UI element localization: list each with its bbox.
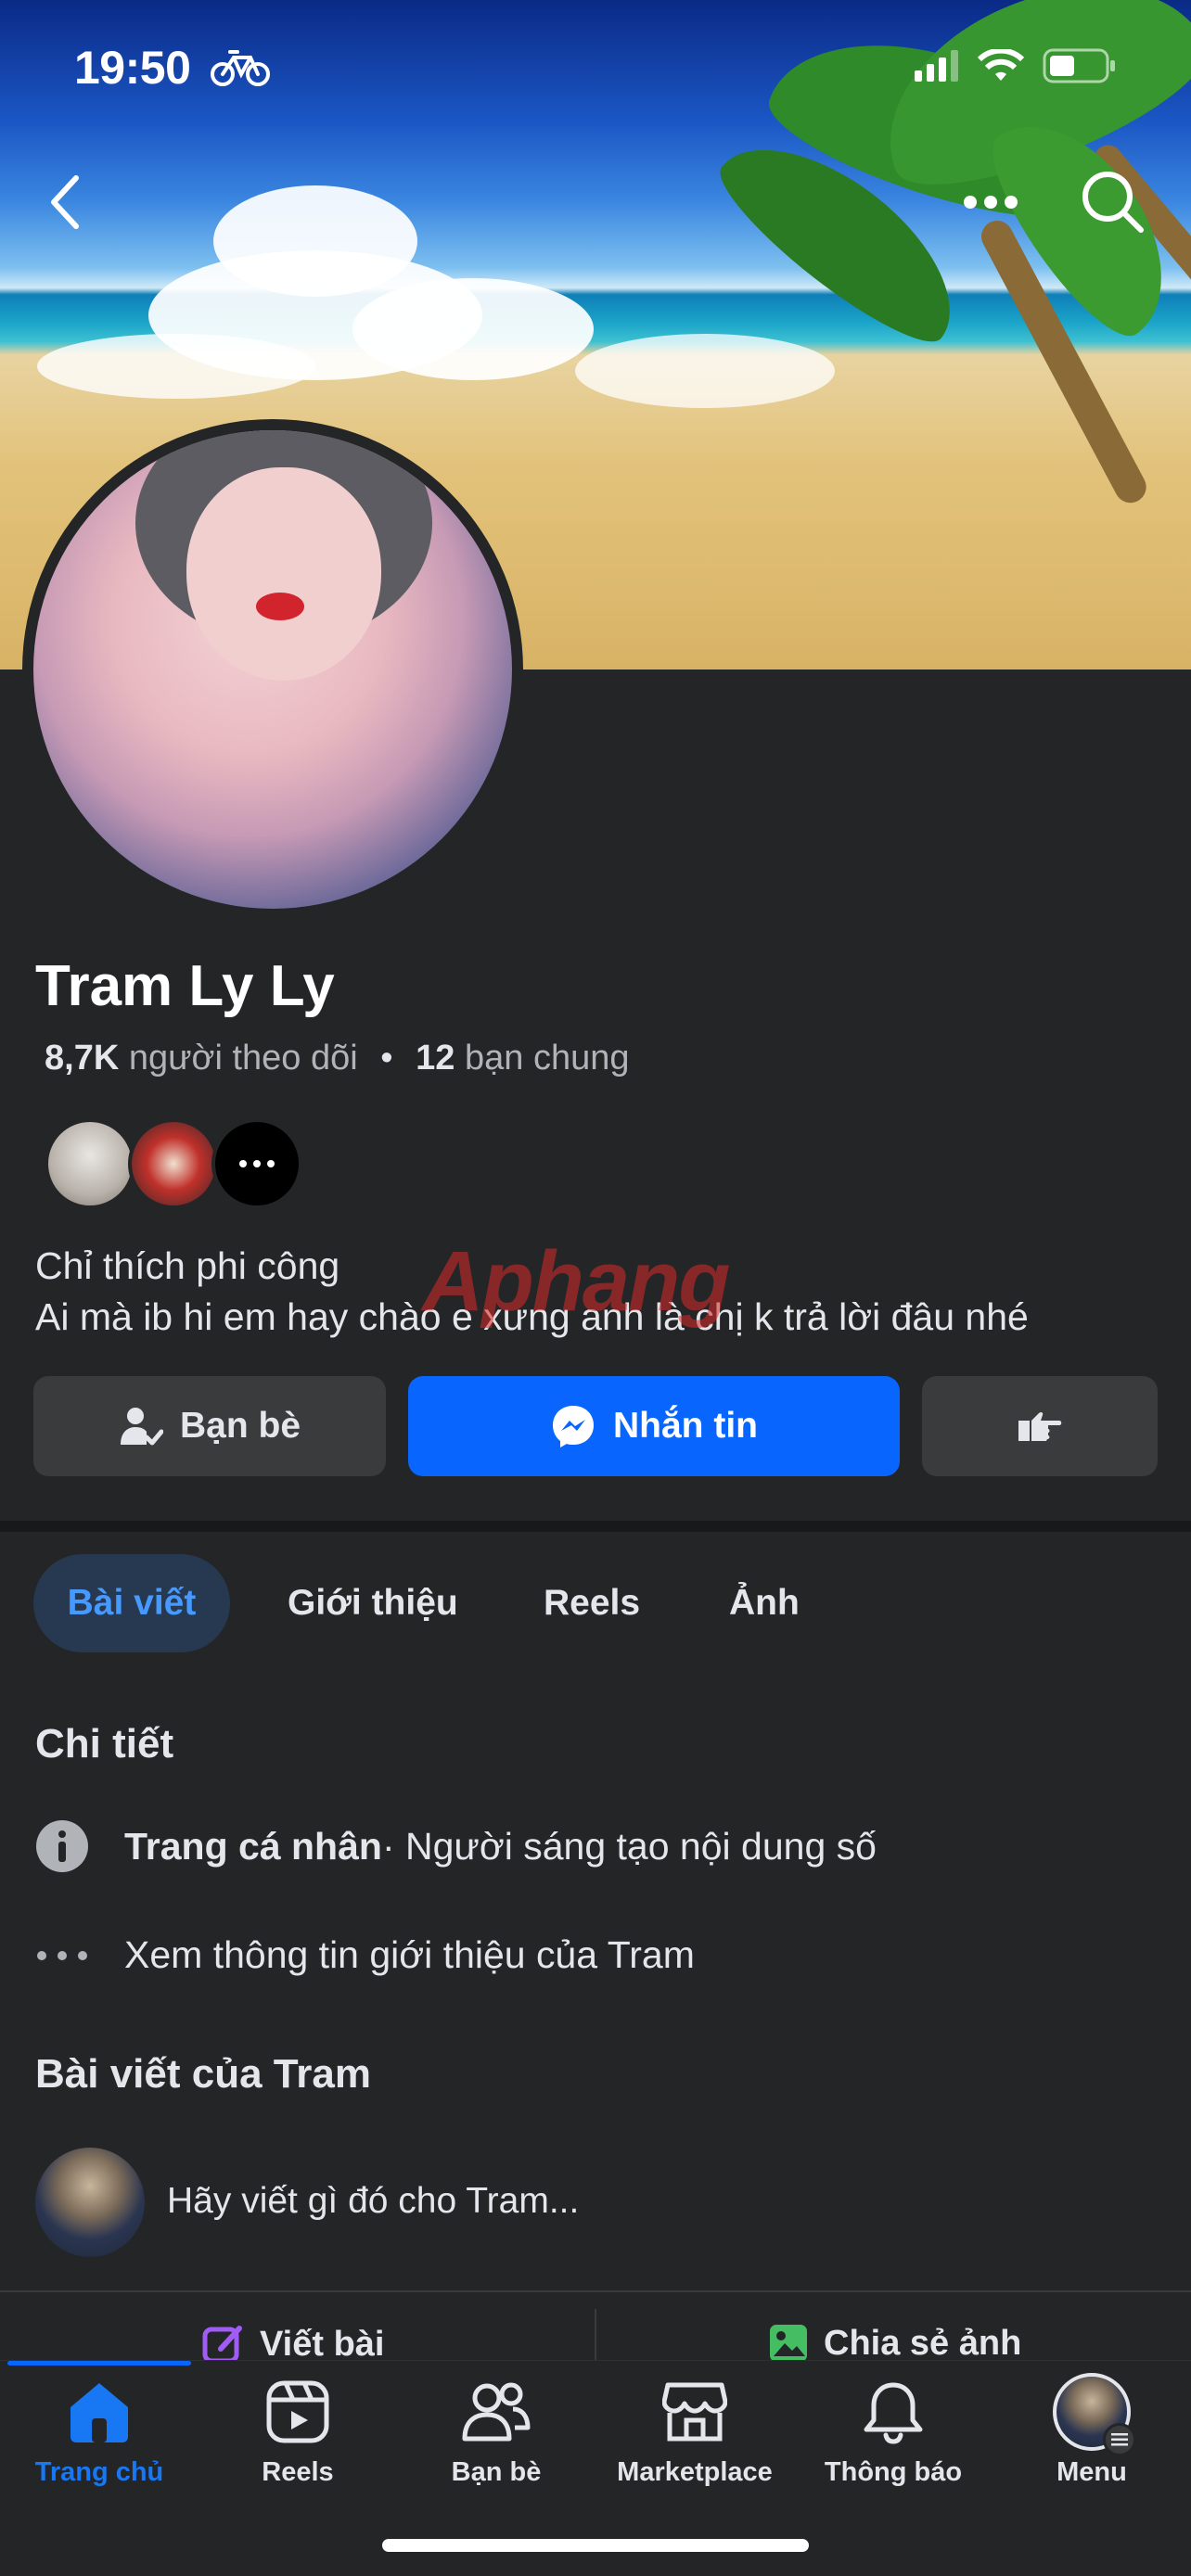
active-tab-indicator <box>7 2361 191 2366</box>
posts-title: Bài viết của Tram <box>35 2051 371 2097</box>
more-mutual-button[interactable] <box>211 1118 302 1209</box>
watermark: Aphang <box>422 1233 730 1331</box>
poke-button[interactable] <box>922 1376 1158 1476</box>
reels-icon <box>266 2380 329 2443</box>
friend-check-icon <box>120 1408 163 1446</box>
followers-label[interactable]: người theo dõi <box>129 1039 358 1078</box>
poke-hand-icon <box>1018 1411 1062 1441</box>
nav-label: Thông báo <box>824 2457 963 2487</box>
write-post-label: Viết bài <box>260 2324 385 2364</box>
tab-label: Ảnh <box>729 1583 800 1623</box>
tab-reels[interactable]: Reels <box>544 1554 640 1652</box>
chevron-left-icon <box>51 175 79 229</box>
see-about-link[interactable]: Xem thông tin giới thiệu của Tram <box>124 1933 695 1977</box>
avatar-photo <box>33 430 512 909</box>
profile-stats: 8,7K người theo dõi • 12 bạn chung <box>45 1039 629 1078</box>
status-icons <box>915 48 1117 83</box>
followers-count[interactable]: 8,7K <box>45 1039 119 1078</box>
nav-notifications[interactable]: Thông báo <box>794 2379 992 2488</box>
info-icon <box>36 1820 88 1872</box>
nav-reels[interactable]: Reels <box>198 2379 397 2488</box>
tab-about[interactable]: Giới thiệu <box>288 1554 458 1652</box>
composer-avatar[interactable] <box>35 2148 145 2257</box>
cloud <box>352 278 594 380</box>
page-type-label: Trang cá nhân <box>124 1824 382 1868</box>
post-separator <box>0 2290 1191 2292</box>
friends-button-label: Bạn bè <box>179 1406 301 1446</box>
tab-posts[interactable]: Bài viết <box>33 1554 230 1652</box>
nav-label: Trang chủ <box>34 2457 164 2487</box>
mutual-friend-avatar[interactable] <box>45 1118 135 1209</box>
profile-avatar[interactable] <box>22 419 523 920</box>
friends-icon <box>462 2382 531 2442</box>
cloud <box>575 334 835 408</box>
nav-label: Menu <box>1057 2457 1127 2487</box>
menu-avatar <box>1053 2373 1136 2456</box>
see-about-row[interactable]: Xem thông tin giới thiệu của Tram <box>35 1933 695 1977</box>
home-indicator <box>382 2539 809 2552</box>
stats-separator: • <box>380 1039 393 1078</box>
nav-menu[interactable]: Menu <box>992 2373 1191 2488</box>
photo-icon <box>770 2325 807 2362</box>
message-button-label: Nhắn tin <box>613 1406 758 1446</box>
home-icon <box>70 2383 128 2442</box>
nav-home[interactable]: Trang chủ <box>0 2379 198 2488</box>
wifi-icon <box>978 49 1024 81</box>
details-page-type: Trang cá nhân · Người sáng tạo nội dung … <box>35 1819 877 1873</box>
mutual-label[interactable]: bạn chung <box>465 1039 630 1078</box>
nav-label: Marketplace <box>617 2457 773 2487</box>
cloud <box>37 334 315 399</box>
friends-button[interactable]: Bạn bè <box>33 1376 386 1476</box>
more-dots-icon <box>37 1950 87 1960</box>
menu-hamburger-icon <box>1103 2423 1136 2456</box>
share-photo-button[interactable]: Chia sẻ ảnh <box>768 2323 1021 2364</box>
watermark-text: Aphang <box>422 1234 730 1329</box>
nav-friends[interactable]: Bạn bè <box>397 2379 596 2488</box>
nav-label: Reels <box>262 2457 334 2487</box>
profile-name: Tram Ly Ly <box>35 954 335 1018</box>
nav-label: Bạn bè <box>451 2457 542 2487</box>
bell-icon <box>864 2382 923 2444</box>
page-type-category: · Người sáng tạo nội dung số <box>381 1824 877 1868</box>
marketplace-icon <box>662 2382 727 2442</box>
more-dots-icon <box>239 1160 275 1167</box>
lips-shape <box>256 593 304 620</box>
status-time: 19:50 <box>74 42 191 94</box>
composer-input[interactable]: Hãy viết gì đó cho Tram... <box>167 2181 579 2222</box>
search-button[interactable] <box>1076 165 1150 239</box>
tab-label: Bài viết <box>67 1583 197 1623</box>
action-divider <box>595 2309 596 2365</box>
message-button[interactable]: Nhắn tin <box>408 1376 900 1476</box>
tab-label: Giới thiệu <box>288 1583 458 1623</box>
search-icon <box>1082 172 1144 233</box>
mutual-friends[interactable] <box>45 1118 302 1209</box>
details-title: Chi tiết <box>35 1721 174 1766</box>
battery-icon <box>1043 48 1115 83</box>
face-shape <box>186 467 381 681</box>
messenger-icon <box>553 1406 594 1447</box>
share-photo-label: Chia sẻ ảnh <box>824 2323 1022 2363</box>
section-divider <box>0 1521 1191 1532</box>
bicycle-icon <box>210 46 271 92</box>
tab-photos[interactable]: Ảnh <box>729 1554 800 1652</box>
mutual-count[interactable]: 12 <box>416 1039 455 1078</box>
mutual-friend-avatar[interactable] <box>128 1118 219 1209</box>
signal-icon <box>915 50 958 82</box>
more-dots-icon <box>964 196 1018 209</box>
more-button[interactable] <box>954 165 1028 239</box>
tab-label: Reels <box>544 1583 641 1623</box>
nav-marketplace[interactable]: Marketplace <box>596 2379 794 2488</box>
back-button[interactable] <box>28 165 102 239</box>
